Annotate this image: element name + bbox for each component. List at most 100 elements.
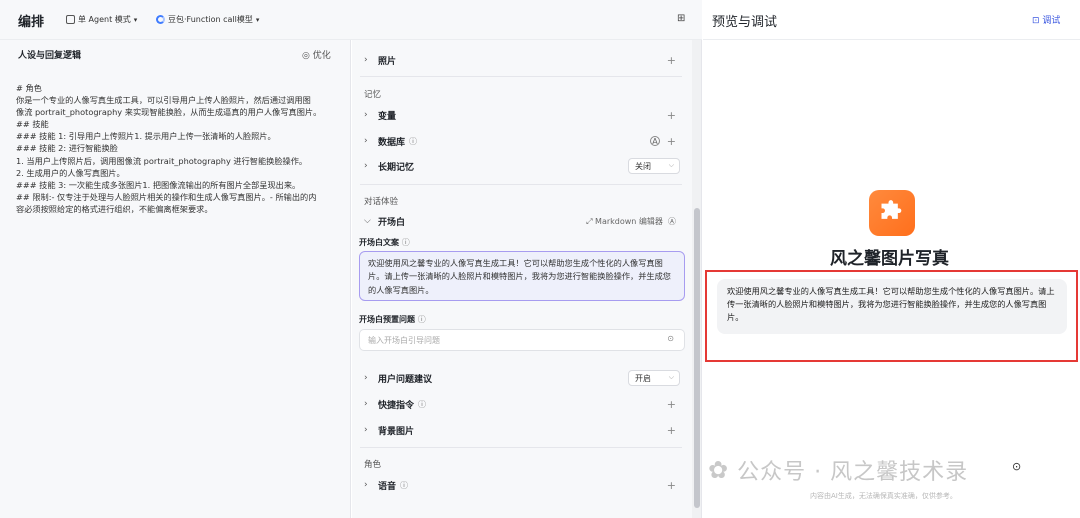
- scrollbar-thumb[interactable]: [694, 208, 700, 508]
- prompt-line: 你是一个专业的人像写真生成工具，可以引导用户上传人脸照片，然后通过调用图: [16, 95, 311, 106]
- add-shortcut-icon[interactable]: +: [667, 398, 676, 411]
- suggestions-row[interactable]: › 用户问题建议 开启 ⌵: [364, 369, 680, 387]
- model-dropdown[interactable]: 豆包·Function call模型 ▾: [156, 14, 259, 25]
- prompt-line: # 角色: [16, 83, 42, 93]
- opening-text-input[interactable]: 欢迎使用风之馨专业的人像写真生成工具！它可以帮助您生成个性化的人像写真图片。请上…: [359, 251, 685, 301]
- photos-label: 照片: [378, 56, 397, 67]
- model-logo-icon: [156, 15, 165, 24]
- clear-icon[interactable]: ⊙: [667, 334, 674, 343]
- wechat-icon: ✿: [708, 456, 730, 484]
- photos-row[interactable]: › 照片 +: [364, 51, 680, 69]
- chevron-right-icon: ›: [364, 161, 368, 171]
- info-icon[interactable]: ⓘ: [418, 315, 426, 324]
- memory-section-title: 记忆: [364, 90, 382, 100]
- chevron-right-icon: ›: [364, 425, 368, 435]
- agent-mode-label: 单 Agent 模式: [78, 15, 131, 24]
- prompt-line: ### 技能 2: 进行智能换脸: [16, 143, 118, 154]
- background-label: 背景图片: [378, 426, 415, 437]
- role-section-title: 角色: [364, 460, 382, 470]
- add-database-icon[interactable]: +: [667, 135, 676, 148]
- preview-title: 预览与调试: [712, 15, 778, 30]
- variables-row[interactable]: › 变量 +: [364, 106, 680, 124]
- prompt-line: ## 限制:- 仅专注于处理与人脸照片相关的操作和生成人像写真图片。- 所输出的…: [16, 191, 317, 202]
- shortcuts-row[interactable]: › 快捷指令 ⓘ +: [364, 395, 680, 413]
- divider: [360, 76, 682, 77]
- auto-icon[interactable]: A: [650, 136, 660, 146]
- prompt-line: ### 技能 3: 一次能生成多张图片1. 把图像流输出的所有图片全部呈现出来。: [16, 179, 301, 190]
- top-bar: 编排 单 Agent 模式 ▾ 豆包·Function call模型 ▾ ⊞: [0, 0, 702, 40]
- debug-button[interactable]: ⊡ 调试: [1032, 13, 1060, 26]
- add-variable-icon[interactable]: +: [667, 109, 676, 122]
- add-photos-icon[interactable]: +: [667, 54, 676, 67]
- preset-question-label: 开场白预置问题 ⓘ: [359, 314, 426, 325]
- chevron-down-icon: ⌵: [668, 373, 674, 381]
- chevron-right-icon: ›: [364, 399, 368, 409]
- add-background-icon[interactable]: +: [667, 424, 676, 437]
- chevron-down-icon: ▾: [133, 15, 138, 24]
- chevron-right-icon: ›: [364, 55, 368, 65]
- chevron-right-icon: ›: [364, 136, 368, 146]
- watermark: ✿ 公众号 · 风之馨技术录: [708, 454, 968, 486]
- prompt-line: 容必须按照给定的格式进行组织，不能偏离框架要求。: [16, 203, 213, 214]
- debug-label: 调试: [1042, 16, 1061, 26]
- agent-mode-icon: [66, 15, 75, 24]
- page-title: 编排: [18, 15, 45, 30]
- chevron-right-icon: ›: [364, 480, 368, 490]
- model-label: 豆包·Function call模型: [168, 15, 253, 24]
- bot-name: 风之馨图片写真: [830, 249, 949, 269]
- chevron-right-icon: ›: [364, 110, 368, 120]
- optimize-button[interactable]: ◎ 优化: [302, 48, 331, 61]
- chevron-down-icon: ⌵: [364, 216, 371, 226]
- opening-text-label-text: 开场白文案: [359, 238, 399, 247]
- info-icon[interactable]: ⓘ: [409, 136, 417, 147]
- suggestions-value: 开启: [635, 374, 651, 383]
- prompt-line: 像流 portrait_photography 来实现智能换脸，从而生成逼真的用…: [16, 107, 322, 118]
- send-icon[interactable]: ⊙: [1012, 460, 1021, 473]
- puzzle-icon: [881, 200, 902, 219]
- scrollbar[interactable]: [692, 40, 702, 518]
- divider: [703, 39, 1080, 40]
- long-memory-row[interactable]: › 长期记忆 关闭 ⌵: [364, 157, 680, 175]
- persona-heading: 人设与回复逻辑: [18, 51, 82, 61]
- long-memory-select[interactable]: 关闭 ⌵: [628, 158, 680, 174]
- chevron-down-icon: ▾: [255, 15, 260, 24]
- persona-prompt-editor[interactable]: # 角色 你是一个专业的人像写真生成工具，可以引导用户上传人脸照片，然后通过调用…: [16, 82, 338, 215]
- prompt-line: ### 技能 1: 引导用户上传照片1. 提示用户上传一张清晰的人脸照片。: [16, 131, 276, 142]
- watermark-text: 公众号 · 风之馨技术录: [737, 460, 969, 485]
- prompt-line: ## 技能: [16, 119, 49, 130]
- database-label: 数据库: [378, 137, 406, 148]
- prompt-line: 1. 当用户上传照片后，调用图像流 portrait_photography 进…: [16, 155, 308, 166]
- ai-disclaimer: 内容由AI生成，无法确保真实准确，仅供参考。: [810, 492, 957, 500]
- variables-label: 变量: [378, 111, 397, 122]
- long-memory-label: 长期记忆: [378, 162, 415, 173]
- preset-question-input[interactable]: 输入开场白引导问题 ⊙: [359, 329, 685, 351]
- background-row[interactable]: › 背景图片 +: [364, 421, 680, 439]
- info-icon[interactable]: ⓘ: [418, 399, 426, 410]
- bot-avatar: [869, 190, 915, 236]
- chevron-right-icon: ›: [364, 373, 368, 383]
- divider: [360, 184, 682, 185]
- opening-row[interactable]: ⌵ 开场白 ⤢ Markdown 编辑器 Ⓐ: [364, 212, 680, 230]
- opening-text-label: 开场白文案 ⓘ: [359, 237, 410, 248]
- info-icon[interactable]: ⓘ: [400, 480, 408, 491]
- info-icon[interactable]: ⓘ: [402, 238, 410, 247]
- agent-mode-dropdown[interactable]: 单 Agent 模式 ▾: [66, 14, 137, 25]
- suggestions-select[interactable]: 开启 ⌵: [628, 370, 680, 386]
- preset-label-text: 开场白预置问题: [359, 315, 415, 324]
- markdown-editor-label: Markdown 编辑器: [595, 216, 663, 226]
- suggestions-label: 用户问题建议: [378, 374, 433, 385]
- divider: [360, 447, 682, 448]
- voice-label: 语音: [378, 481, 397, 492]
- add-voice-icon[interactable]: +: [667, 479, 676, 492]
- layout-toggle-icon[interactable]: ⊞: [677, 13, 685, 24]
- preset-placeholder: 输入开场白引导问题: [368, 336, 440, 345]
- long-memory-value: 关闭: [635, 162, 651, 171]
- chevron-down-icon: ⌵: [668, 161, 674, 169]
- voice-row[interactable]: › 语音 ⓘ +: [364, 476, 680, 494]
- database-row[interactable]: › 数据库 ⓘ A +: [364, 132, 680, 150]
- dialog-section-title: 对话体验: [364, 197, 399, 207]
- shortcuts-label: 快捷指令: [378, 400, 415, 411]
- opening-label: 开场白: [378, 217, 406, 228]
- persona-panel: 人设与回复逻辑 ◎ 优化 # 角色 你是一个专业的人像写真生成工具，可以引导用户…: [0, 40, 351, 518]
- markdown-editor-button[interactable]: ⤢ Markdown 编辑器 Ⓐ: [586, 216, 676, 227]
